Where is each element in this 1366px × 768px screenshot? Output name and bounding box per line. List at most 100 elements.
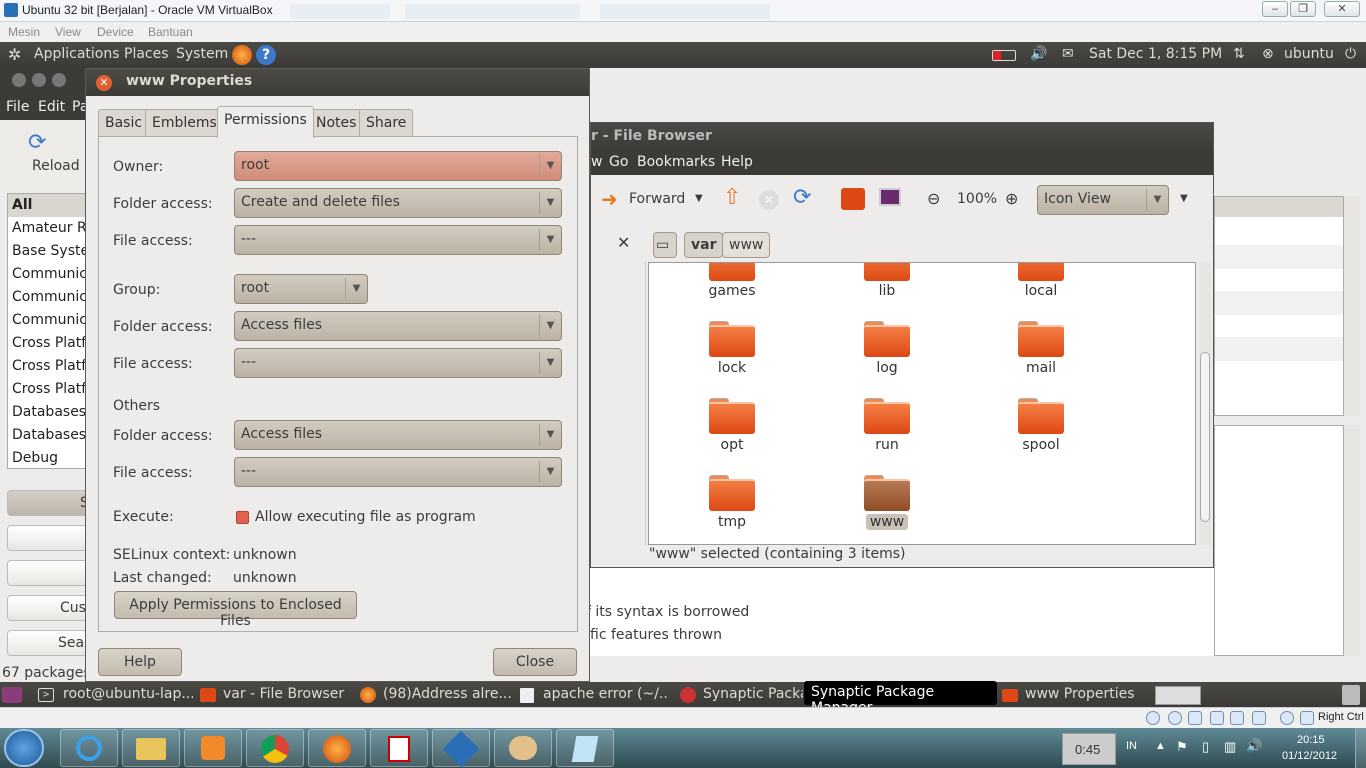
folder-games[interactable]: games <box>657 263 807 319</box>
task-www-properties[interactable]: www Properties <box>1025 686 1150 702</box>
folder-tmp[interactable]: tmp <box>657 475 807 544</box>
others-folder-access-select[interactable]: Access files ▼ <box>234 420 562 450</box>
list-item[interactable]: Communica <box>8 286 96 309</box>
list-item[interactable]: Base Syste <box>8 240 96 263</box>
close-icon[interactable] <box>12 73 26 87</box>
keyboard-capture-icon[interactable] <box>1300 711 1314 725</box>
ie-icon[interactable] <box>60 729 118 767</box>
breadcrumb-www[interactable]: www <box>722 232 771 258</box>
clock-badge[interactable]: 0:45 <box>1062 733 1116 765</box>
trash-icon[interactable] <box>1342 685 1360 705</box>
tab-notes[interactable]: Notes <box>309 109 364 137</box>
computer-icon[interactable] <box>879 188 901 206</box>
list-item[interactable]: Debug <box>8 447 96 470</box>
panel-clock[interactable]: Sat Dec 1, 8:15 PM <box>1089 46 1222 62</box>
zoom-level[interactable]: 100% <box>957 191 997 207</box>
network-adapter-icon[interactable] <box>1210 711 1224 725</box>
apply-permissions-button[interactable]: Apply Permissions to Enclosed Files <box>114 591 357 629</box>
minimize-button[interactable]: – <box>1262 1 1288 17</box>
tab-basic[interactable]: Basic <box>98 109 150 137</box>
optical-drive-icon[interactable] <box>1168 711 1182 725</box>
search-results-button[interactable]: Sear <box>7 630 97 656</box>
list-item[interactable]: Cross Platfo <box>8 355 96 378</box>
maximize-button[interactable]: ❐ <box>1290 1 1316 17</box>
menu-mesin[interactable]: Mesin <box>8 25 40 39</box>
explorer-icon[interactable] <box>122 729 180 767</box>
description-scrollbar[interactable] <box>1344 425 1360 656</box>
close-pane-icon[interactable]: ✕ <box>617 233 630 252</box>
task-apache-error[interactable]: apache error (~/... <box>543 686 668 702</box>
menu-system[interactable]: System <box>176 46 228 62</box>
menu-file[interactable]: File <box>6 99 29 115</box>
mail-icon[interactable]: ✉ <box>1062 46 1074 62</box>
zoom-in-icon[interactable]: ⊕ <box>1005 189 1018 208</box>
ubuntu-logo-icon[interactable]: ✲ <box>8 45 21 64</box>
drive-crumb-icon[interactable]: ▭ <box>653 232 677 258</box>
folder-mail[interactable]: mail <box>966 321 1116 395</box>
list-item[interactable]: Databases <box>8 424 96 447</box>
maximize-icon[interactable] <box>52 73 66 87</box>
reload-icon[interactable]: ⟳ <box>793 185 811 210</box>
list-item[interactable]: Cross Platfo <box>8 378 96 401</box>
virtualization-icon[interactable] <box>1252 711 1266 725</box>
folder-www[interactable]: www <box>812 475 962 544</box>
mouse-integration-icon[interactable] <box>1280 711 1294 725</box>
zoom-out-icon[interactable]: ⊖ <box>927 189 940 208</box>
tab-emblems[interactable]: Emblems <box>145 109 224 137</box>
forward-button[interactable]: Forward <box>629 191 685 207</box>
custom-filters-button[interactable]: Cust <box>7 595 97 621</box>
execute-checkbox[interactable] <box>236 511 249 524</box>
hard-disk-icon[interactable] <box>1146 711 1160 725</box>
tray-time[interactable]: 20:15 <box>1297 734 1325 746</box>
home-icon[interactable] <box>841 188 865 210</box>
owner-file-access-select[interactable]: --- ▼ <box>234 225 562 255</box>
group-file-access-select[interactable]: --- ▼ <box>234 348 562 378</box>
menu-view[interactable]: View <box>55 25 81 39</box>
reload-button[interactable]: Reload <box>32 158 80 174</box>
language-indicator[interactable]: IN <box>1126 740 1137 752</box>
origin-button[interactable] <box>7 560 97 586</box>
shared-folder-icon[interactable] <box>1230 711 1244 725</box>
close-button[interactable]: Close <box>493 648 577 676</box>
menu-bookmarks[interactable]: Bookmarks <box>637 154 715 170</box>
menu-applications[interactable]: Applications <box>34 46 120 62</box>
notepad-icon[interactable] <box>556 729 614 767</box>
help-button[interactable]: Help <box>98 648 182 676</box>
firefox-icon[interactable] <box>308 729 366 767</box>
reload-icon[interactable]: ⟳ <box>28 130 46 155</box>
task-synaptic[interactable]: Synaptic Packa <box>703 686 803 702</box>
minimize-icon[interactable] <box>32 73 46 87</box>
media-player-icon[interactable] <box>184 729 242 767</box>
tab-permissions[interactable]: Permissions <box>217 106 314 138</box>
menu-view[interactable]: w <box>591 154 602 170</box>
group-folder-access-select[interactable]: Access files ▼ <box>234 311 562 341</box>
show-desktop-button[interactable] <box>1355 728 1366 768</box>
menu-device[interactable]: Device <box>97 25 134 39</box>
close-button[interactable]: ✕ <box>1324 1 1360 17</box>
folder-opt[interactable]: opt <box>657 398 807 472</box>
tab-share[interactable]: Share <box>359 109 414 137</box>
sections-button[interactable]: S <box>7 490 97 516</box>
action-center-icon[interactable]: ⚑ <box>1176 739 1188 755</box>
session-icon[interactable]: ⊗ <box>1262 46 1274 62</box>
show-desktop-icon[interactable] <box>2 687 22 703</box>
usb-icon[interactable] <box>1188 711 1202 725</box>
execute-checkbox-label[interactable]: Allow executing file as program <box>255 509 476 525</box>
start-button[interactable] <box>4 729 44 767</box>
forward-dropdown-icon[interactable]: ▼ <box>695 193 703 204</box>
menu-go[interactable]: Go <box>609 154 628 170</box>
list-item[interactable]: Cross Platfo <box>8 332 96 355</box>
battery-icon[interactable] <box>992 50 1016 61</box>
others-file-access-select[interactable]: --- ▼ <box>234 457 562 487</box>
close-icon[interactable]: ✕ <box>96 75 112 91</box>
tray-date[interactable]: 01/12/2012 <box>1282 750 1337 762</box>
folder-run[interactable]: run <box>812 398 962 472</box>
folder-log[interactable]: log <box>812 321 962 395</box>
list-item[interactable]: All <box>8 194 96 217</box>
menu-edit[interactable]: Edit <box>38 99 65 115</box>
task-firefox[interactable]: (98)Address alre... <box>383 686 513 702</box>
virtualbox-icon[interactable] <box>432 729 490 768</box>
stop-icon[interactable]: ✕ <box>759 190 779 210</box>
help-launcher-icon[interactable]: ? <box>256 45 276 65</box>
folder-local[interactable]: local <box>966 263 1116 319</box>
